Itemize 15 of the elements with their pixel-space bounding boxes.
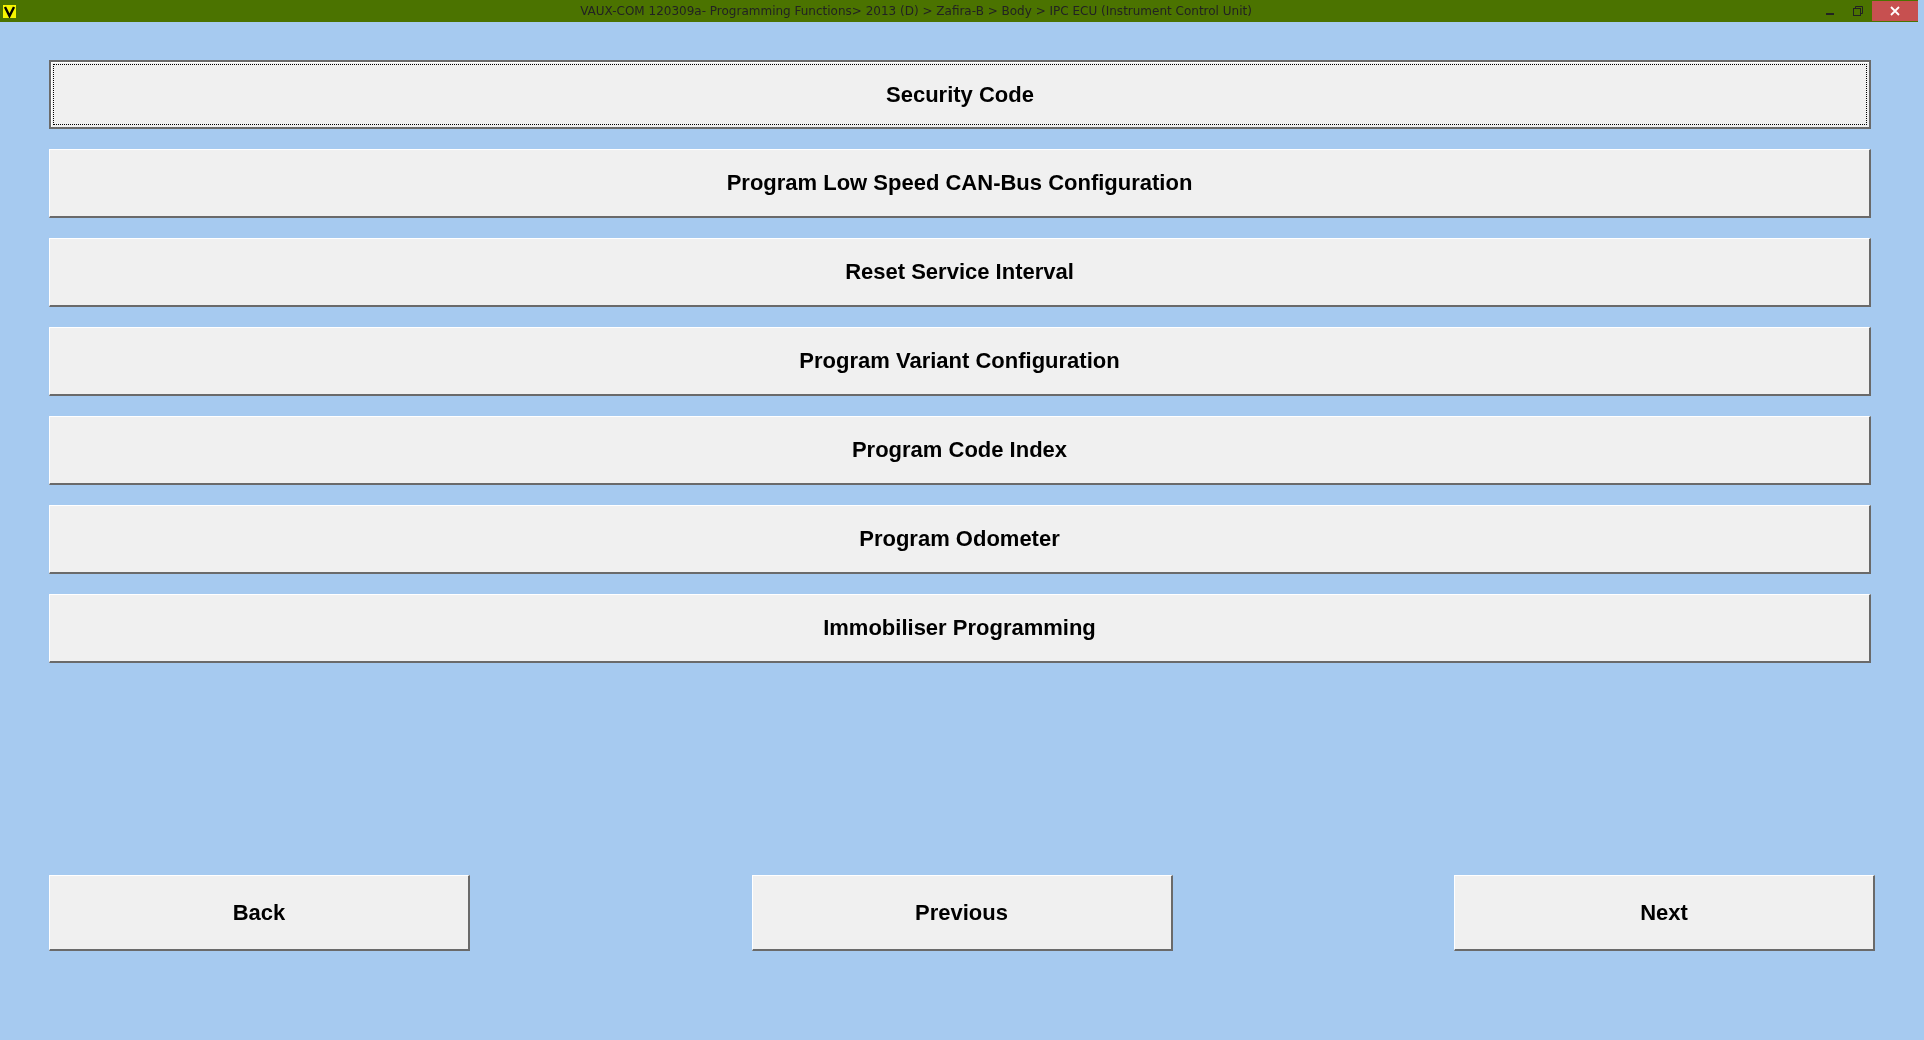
app-logo-icon (3, 4, 16, 18)
function-button[interactable]: Security Code (49, 60, 1871, 129)
nav-button[interactable]: Next (1454, 875, 1875, 951)
close-icon[interactable] (1890, 6, 1900, 16)
window-title: VAUX-COM 120309a- Programming Functions> 2013 (D) > Zafira-B > Body > IPC ECU (Instrument Control Unit) (579, 4, 1253, 18)
function-button[interactable]: Reset Service Interval (49, 238, 1871, 307)
function-button[interactable]: Immobiliser Programming (49, 594, 1871, 663)
close-button[interactable] (1872, 1, 1918, 21)
function-button[interactable]: Program Odometer (49, 505, 1871, 574)
function-button[interactable]: Program Code Index (49, 416, 1871, 485)
restore-icon[interactable] (1853, 6, 1863, 16)
nav-button[interactable]: Back (49, 875, 470, 951)
nav-button[interactable]: Previous (751, 875, 1173, 951)
function-button[interactable]: Program Variant Configuration (49, 327, 1871, 396)
function-button[interactable]: Program Low Speed CAN-Bus Configuration (49, 149, 1871, 218)
